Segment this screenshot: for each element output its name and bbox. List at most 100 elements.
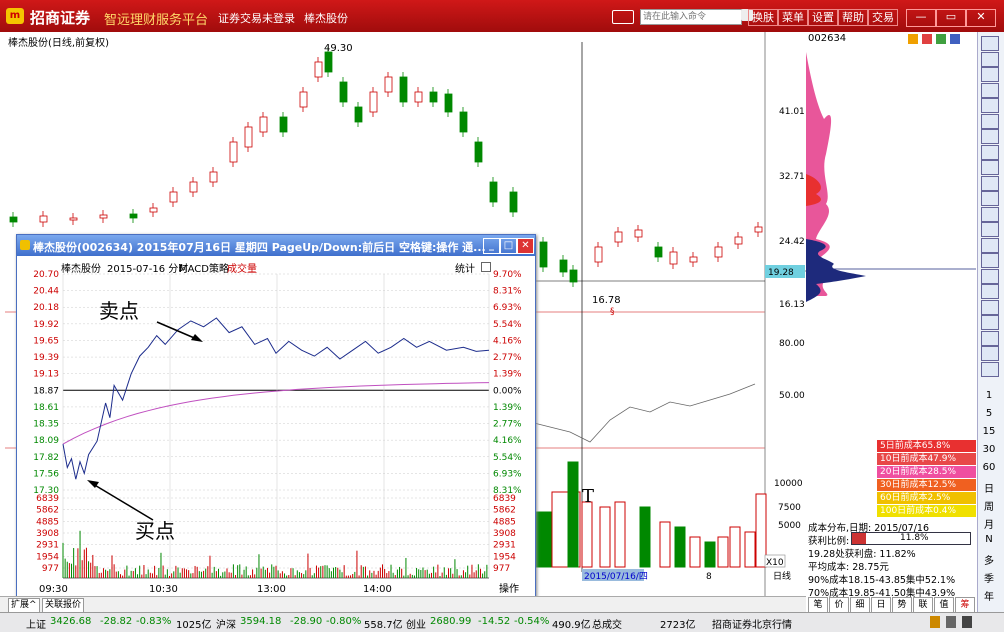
toolbar-icon[interactable] xyxy=(981,114,999,129)
detail-tab[interactable]: 笔 xyxy=(808,597,828,613)
toolbar-icon[interactable] xyxy=(981,269,999,284)
candle-body xyxy=(190,182,197,192)
toolbar-icon[interactable] xyxy=(981,98,999,113)
toolbar-icon[interactable] xyxy=(981,315,999,330)
period-button[interactable]: 年 xyxy=(978,588,1000,603)
detail-tab[interactable]: 值 xyxy=(934,597,954,613)
close-button[interactable]: ✕ xyxy=(966,9,996,27)
info-icon[interactable] xyxy=(962,616,972,628)
popup-maximize-button[interactable]: □ xyxy=(500,238,517,254)
sell-arrow xyxy=(157,322,199,340)
tab-related-quotes[interactable]: 关联报价 xyxy=(42,598,84,613)
volume-bars xyxy=(535,462,766,567)
chart-icon[interactable] xyxy=(936,34,946,44)
cost-legend-item: 30日前成本12.5% xyxy=(877,479,976,491)
period-button[interactable]: 30 xyxy=(978,444,1000,455)
login-status[interactable]: 证券交易未登录 xyxy=(218,10,295,26)
toolbar-icon[interactable] xyxy=(981,145,999,160)
detail-tab[interactable]: 细 xyxy=(850,597,870,613)
pct-axis-label: 1.39% xyxy=(493,403,522,413)
maximize-button[interactable]: ▭ xyxy=(936,9,966,27)
toolbar-icon[interactable] xyxy=(981,300,999,315)
volume-bar xyxy=(615,502,625,567)
toolbar-icon[interactable] xyxy=(981,238,999,253)
menu-help-button[interactable]: 帮助 xyxy=(838,9,868,26)
popup-title: 棒杰股份(002634) 2015年07月16日 星期四 PageUp/Down… xyxy=(33,239,486,255)
intraday-popup[interactable]: 棒杰股份(002634) 2015年07月16日 星期四 PageUp/Down… xyxy=(16,234,536,600)
popup-minimize-button[interactable]: _ xyxy=(483,238,500,254)
lock-icon[interactable] xyxy=(930,616,940,628)
candle-body xyxy=(210,172,217,182)
axis-label-3: 24.42 xyxy=(779,237,805,247)
toolbar-icon[interactable] xyxy=(981,129,999,144)
keyboard-icon[interactable] xyxy=(612,10,634,24)
candle-body xyxy=(460,112,467,132)
period-button[interactable]: 月 xyxy=(978,516,1000,531)
candle-body xyxy=(430,92,437,102)
volume-axis-label: 4885 xyxy=(36,517,59,527)
period-button[interactable]: 多 xyxy=(978,552,1000,567)
period-button[interactable]: 周 xyxy=(978,498,1000,513)
menu-settings-button[interactable]: 设置 xyxy=(808,9,838,26)
sell-point-label: 卖点 xyxy=(99,299,139,323)
period-button[interactable]: N xyxy=(978,534,1000,545)
toolbar-icon[interactable] xyxy=(981,83,999,98)
toolbar-icon[interactable] xyxy=(981,362,999,377)
period-button[interactable]: 60 xyxy=(978,462,1000,473)
toolbar-icon[interactable] xyxy=(981,67,999,82)
toolbar-icon[interactable] xyxy=(981,346,999,361)
candle-body xyxy=(40,216,47,222)
date-cursor: 2015/07/16/四 xyxy=(584,572,648,582)
detail-tab[interactable]: 联 xyxy=(913,597,933,613)
price-axis-label: 19.13 xyxy=(33,370,59,380)
minimize-button[interactable]: — xyxy=(906,9,936,27)
tab-expand[interactable]: 扩展^ xyxy=(8,598,40,613)
menu-trade-button[interactable]: 交易 xyxy=(868,9,898,26)
volume-bar xyxy=(600,507,610,567)
detail-tab[interactable]: 日 xyxy=(871,597,891,613)
toolbar-icon[interactable] xyxy=(981,222,999,237)
axis-label-4: 16.13 xyxy=(779,300,805,310)
period-button[interactable]: 季 xyxy=(978,570,1000,585)
popup-close-button[interactable]: ✕ xyxy=(517,238,534,254)
command-input[interactable] xyxy=(640,9,742,25)
intraday-chart[interactable]: 20.70 9.70% 20.44 8.31% 20.18 6.93% 19.92 5.54%… xyxy=(17,256,535,599)
toolbar-icon[interactable] xyxy=(981,176,999,191)
toolbar-icon[interactable] xyxy=(981,36,999,51)
detail-tab[interactable]: 势 xyxy=(892,597,912,613)
toolbar-icon[interactable] xyxy=(981,331,999,346)
volume-axis-label-right: 2931 xyxy=(493,541,516,551)
flag-icon[interactable] xyxy=(908,34,918,44)
grid-icon[interactable] xyxy=(950,34,960,44)
candle-body xyxy=(70,218,77,220)
volume-axis-label: 1954 xyxy=(36,552,59,562)
candle-body xyxy=(560,260,567,272)
cy-value: 2680.99 xyxy=(430,616,471,627)
period-button[interactable]: 5 xyxy=(978,408,1000,419)
price-axis-label: 18.61 xyxy=(33,403,59,413)
period-button[interactable]: 日 xyxy=(978,480,1000,495)
detail-tab[interactable]: 筹 xyxy=(955,597,975,613)
period-button[interactable]: 1 xyxy=(978,390,1000,401)
profit-at-price: 19.28处获利盘: 11.82% xyxy=(808,546,916,560)
cost-legend-item: 10日前成本47.9% xyxy=(877,453,976,465)
toolbar-icon[interactable] xyxy=(981,160,999,175)
volume-axis-label: 6839 xyxy=(36,494,59,504)
detail-tab[interactable]: 价 xyxy=(829,597,849,613)
cost-icon[interactable] xyxy=(922,34,932,44)
toolbar-icon[interactable] xyxy=(981,284,999,299)
toolbar-icon[interactable] xyxy=(981,253,999,268)
menu-menu-button[interactable]: 菜单 xyxy=(778,9,808,26)
toolbar-icon[interactable] xyxy=(981,52,999,67)
volume-bar xyxy=(718,537,728,567)
menu-skin-button[interactable]: 换肤 xyxy=(748,9,778,26)
cost-legend-item: 60日前成本2.5% xyxy=(877,492,976,504)
cost-range-90: 90%成本18.15-43.85集中52.1% xyxy=(808,572,955,586)
toolbar-icon[interactable] xyxy=(981,207,999,222)
pct-axis-label: 6.93% xyxy=(493,469,522,479)
period-button[interactable]: 15 xyxy=(978,426,1000,437)
volume-bar xyxy=(730,527,740,567)
popup-title-bar[interactable]: 棒杰股份(002634) 2015年07月16日 星期四 PageUp/Down… xyxy=(17,235,535,256)
speaker-icon[interactable] xyxy=(946,616,956,628)
toolbar-icon[interactable] xyxy=(981,191,999,206)
